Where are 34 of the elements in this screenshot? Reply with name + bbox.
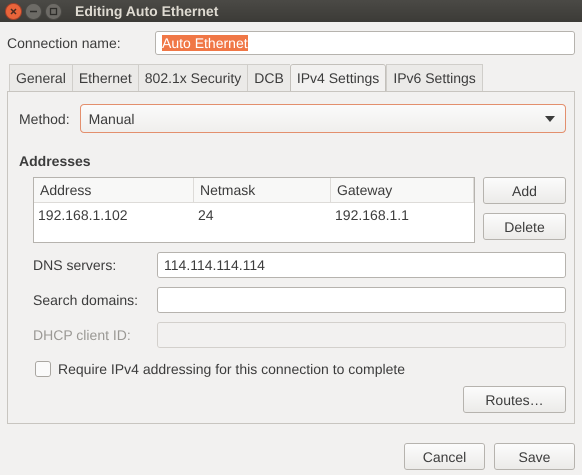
field-label: DHCP client ID: [33,327,132,343]
field-label: Search domains: [33,292,140,308]
close-icon[interactable] [5,2,22,20]
column-header[interactable]: Netmask [194,178,331,203]
tab[interactable]: DCB [247,64,290,91]
routes-button[interactable]: Routes… [463,386,566,413]
tab[interactable]: General [9,64,72,91]
address-button[interactable]: Add [483,177,566,204]
address-button[interactable]: Delete [483,213,566,240]
maximize-icon[interactable] [45,2,62,20]
field-label: DNS servers: [33,257,118,273]
dialog-button[interactable]: Cancel [404,443,485,470]
method-dropdown[interactable]: Manual [80,104,566,133]
tab[interactable]: IPv6 Settings [386,64,483,91]
method-label: Method: [19,110,70,126]
input-field[interactable]: 114.114.114.114 [157,252,566,278]
input-field[interactable] [157,322,566,348]
tab[interactable]: IPv4 Settings [290,64,386,91]
dialog-button[interactable]: Save [494,443,575,470]
column-header[interactable]: Address [34,178,194,203]
window-title: Editing Auto Ethernet [75,3,218,19]
minimize-icon[interactable] [25,2,42,20]
dropdown-caret-icon [545,116,555,122]
tab[interactable]: 802.1x Security [138,64,248,91]
column-header[interactable]: Gateway [331,178,474,203]
checkbox[interactable] [35,361,51,377]
addresses-heading: Addresses [19,153,92,169]
checkbox-label: Require IPv4 addressing for this connection to complete [58,361,406,377]
table-cell-text: 192.168.1.1 [334,206,410,225]
input-field[interactable] [157,287,566,313]
table-cell-text: 192.168.1.102 [37,206,129,225]
table-cell-text: 24 [197,206,215,225]
tab[interactable]: Ethernet [72,64,138,91]
connection-name-label: Connection name: [7,35,121,51]
